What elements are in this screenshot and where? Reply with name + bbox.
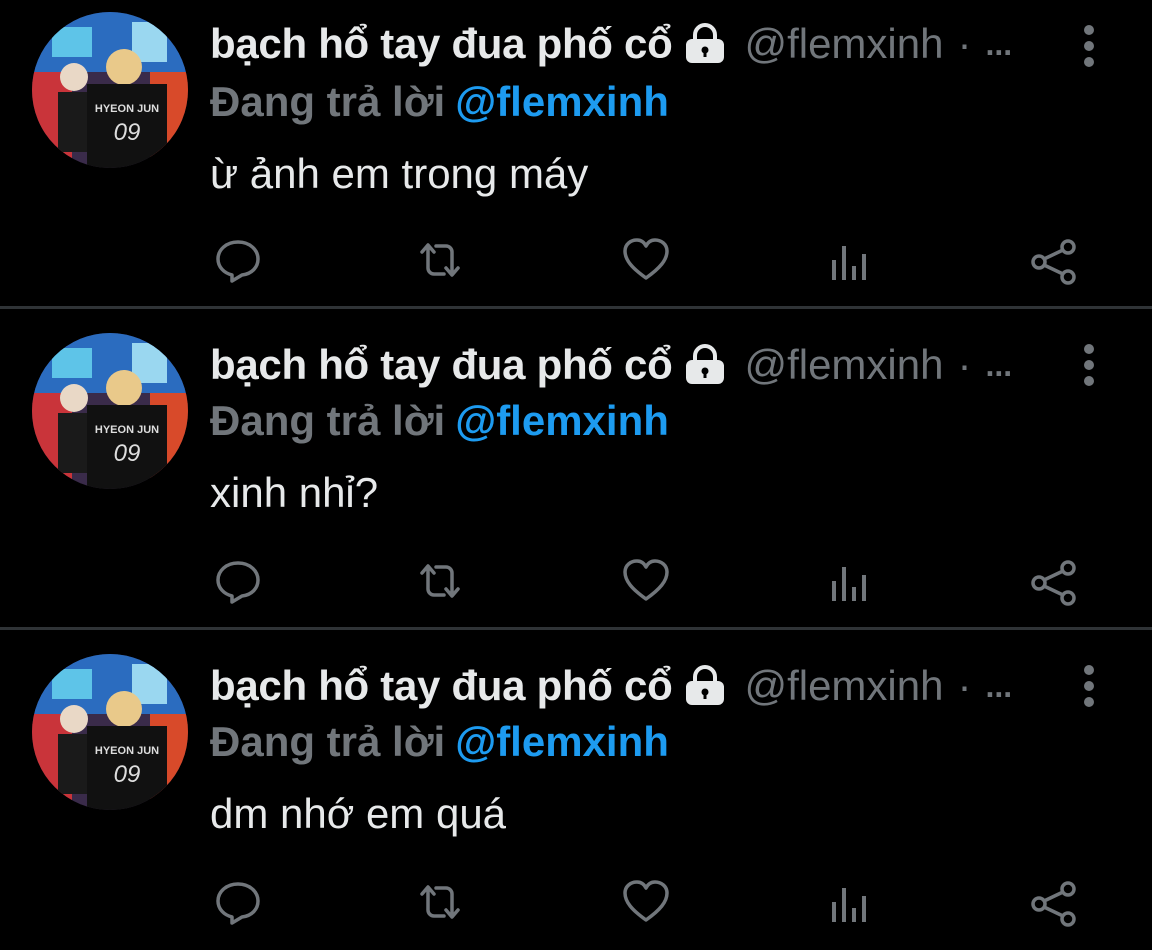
retweet-icon[interactable] bbox=[414, 234, 466, 286]
timestamp: ... bbox=[985, 346, 1013, 383]
avatar-image: HYEON JUN 09 bbox=[32, 12, 188, 168]
tweet-header: bạch hổ tay đua phố cổ @flemxinh · ... bbox=[210, 341, 1012, 389]
reply-mention[interactable]: @flemxinh bbox=[455, 78, 669, 125]
share-icon[interactable] bbox=[1028, 557, 1080, 609]
jersey-number: 09 bbox=[114, 119, 141, 146]
reply-mention[interactable]: @flemxinh bbox=[455, 397, 669, 444]
retweet-icon[interactable] bbox=[414, 555, 466, 607]
author-handle[interactable]: @flemxinh bbox=[744, 20, 943, 68]
author-name[interactable]: bạch hổ tay đua phố cổ bbox=[210, 662, 673, 710]
timestamp: ... bbox=[985, 667, 1013, 704]
share-icon[interactable] bbox=[1028, 878, 1080, 930]
avatar[interactable]: HYEON JUN 09 bbox=[32, 333, 188, 489]
reply-icon[interactable] bbox=[212, 234, 264, 286]
jersey-name: HYEON JUN bbox=[95, 745, 159, 757]
reply-context: Đang trả lời @flemxinh bbox=[210, 397, 669, 445]
author-handle[interactable]: @flemxinh bbox=[744, 341, 943, 389]
tweet[interactable]: HYEON JUN 09 bạch hổ tay đua phố cổ @fle… bbox=[0, 309, 1152, 627]
views-icon[interactable] bbox=[824, 557, 876, 609]
lock-icon bbox=[684, 344, 726, 386]
heart-icon[interactable] bbox=[620, 876, 672, 928]
lock-icon bbox=[684, 23, 726, 65]
reply-context: Đang trả lời @flemxinh bbox=[210, 78, 669, 126]
author-handle[interactable]: @flemxinh bbox=[744, 662, 943, 710]
separator: · bbox=[957, 20, 972, 67]
tweet[interactable]: HYEON JUN 09 bạch hổ tay đua phố cổ @fle… bbox=[0, 0, 1152, 305]
jersey-name: HYEON JUN bbox=[95, 103, 159, 115]
reply-context: Đang trả lời @flemxinh bbox=[210, 718, 669, 766]
reply-mention[interactable]: @flemxinh bbox=[455, 718, 669, 765]
retweet-icon[interactable] bbox=[414, 876, 466, 928]
jersey-number: 09 bbox=[114, 761, 141, 788]
reply-prefix: Đang trả lời bbox=[210, 397, 446, 444]
tweet-header: bạch hổ tay đua phố cổ @flemxinh · ... bbox=[210, 20, 1012, 68]
more-vertical-icon[interactable] bbox=[1075, 14, 1103, 78]
avatar-image: HYEON JUN 09 bbox=[32, 654, 188, 810]
lock-icon bbox=[684, 665, 726, 707]
tweet-text: ừ ảnh em trong máy bbox=[210, 150, 589, 197]
heart-icon[interactable] bbox=[620, 555, 672, 607]
author-name[interactable]: bạch hổ tay đua phố cổ bbox=[210, 341, 673, 389]
reply-icon[interactable] bbox=[212, 555, 264, 607]
timestamp: ... bbox=[985, 25, 1013, 62]
separator: · bbox=[957, 341, 972, 388]
jersey-number: 09 bbox=[114, 440, 141, 467]
heart-icon[interactable] bbox=[620, 234, 672, 286]
avatar[interactable]: HYEON JUN 09 bbox=[32, 12, 188, 168]
share-icon[interactable] bbox=[1028, 236, 1080, 288]
avatar[interactable]: HYEON JUN 09 bbox=[32, 654, 188, 810]
more-vertical-icon[interactable] bbox=[1075, 333, 1103, 397]
separator: · bbox=[957, 662, 972, 709]
reply-icon[interactable] bbox=[212, 876, 264, 928]
views-icon[interactable] bbox=[824, 236, 876, 288]
tweet-text: xinh nhỉ? bbox=[210, 469, 379, 516]
jersey-name: HYEON JUN bbox=[95, 424, 159, 436]
tweet-header: bạch hổ tay đua phố cổ @flemxinh · ... bbox=[210, 662, 1012, 710]
tweet-text: dm nhớ em quá bbox=[210, 790, 507, 837]
tweet[interactable]: HYEON JUN 09 bạch hổ tay đua phố cổ @fle… bbox=[0, 630, 1152, 950]
views-icon[interactable] bbox=[824, 878, 876, 930]
author-name[interactable]: bạch hổ tay đua phố cổ bbox=[210, 20, 673, 68]
avatar-image: HYEON JUN 09 bbox=[32, 333, 188, 489]
more-vertical-icon[interactable] bbox=[1075, 654, 1103, 718]
reply-prefix: Đang trả lời bbox=[210, 718, 446, 765]
reply-prefix: Đang trả lời bbox=[210, 78, 446, 125]
